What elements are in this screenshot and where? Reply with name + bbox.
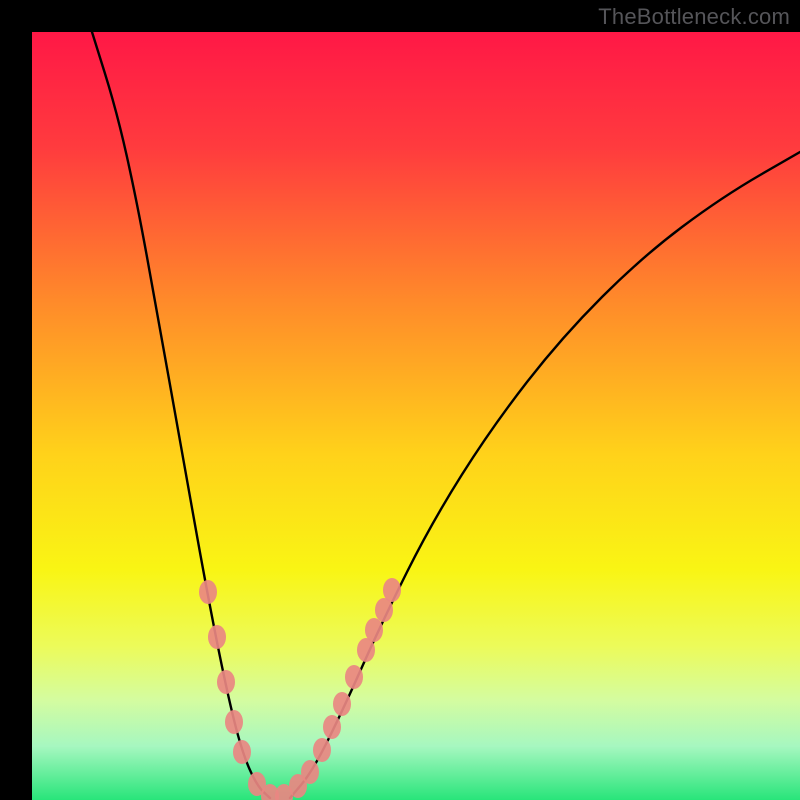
marker-dot	[199, 580, 217, 604]
marker-dot	[217, 670, 235, 694]
marker-dot	[225, 710, 243, 734]
marker-dot	[313, 738, 331, 762]
marker-dot	[333, 692, 351, 716]
watermark-text: TheBottleneck.com	[598, 4, 790, 30]
marker-dot	[301, 760, 319, 784]
marker-dot	[233, 740, 251, 764]
marker-dot	[383, 578, 401, 602]
marker-dot	[208, 625, 226, 649]
gradient-background	[32, 32, 800, 800]
chart-frame: TheBottleneck.com	[0, 0, 800, 800]
marker-dot	[345, 665, 363, 689]
chart-svg	[32, 32, 800, 800]
marker-dot	[365, 618, 383, 642]
plot-area	[32, 32, 800, 800]
marker-dot	[323, 715, 341, 739]
